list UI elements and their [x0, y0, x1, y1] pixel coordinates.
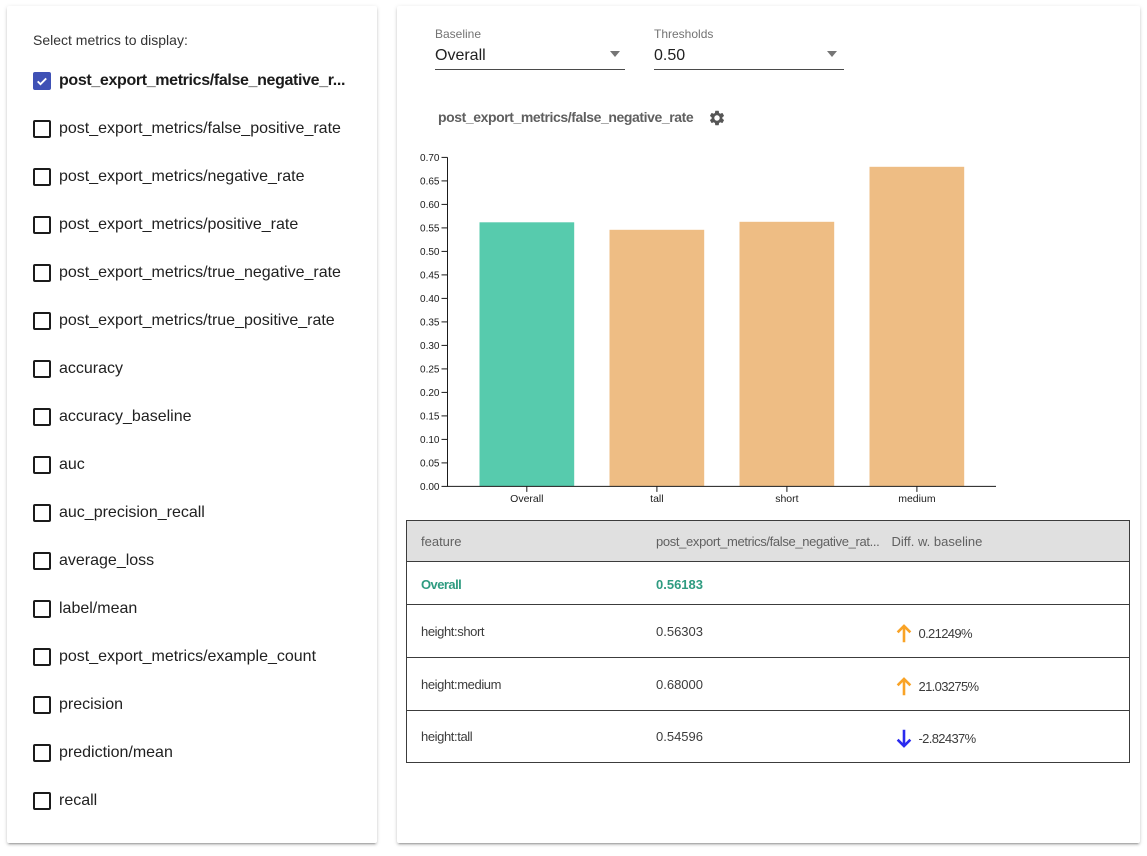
- svg-text:0.20: 0.20: [420, 388, 440, 399]
- svg-text:0.15: 0.15: [420, 411, 440, 422]
- svg-text:0.70: 0.70: [420, 153, 440, 164]
- svg-text:short: short: [775, 493, 798, 505]
- svg-text:Overall: Overall: [510, 493, 543, 505]
- svg-text:0.30: 0.30: [420, 341, 440, 352]
- svg-text:0.50: 0.50: [420, 247, 440, 258]
- svg-text:0.05: 0.05: [420, 458, 440, 469]
- svg-text:0.10: 0.10: [420, 435, 440, 446]
- svg-text:tall: tall: [650, 493, 663, 505]
- svg-text:0.45: 0.45: [420, 270, 440, 281]
- svg-text:0.65: 0.65: [420, 176, 440, 187]
- svg-text:0.60: 0.60: [420, 200, 440, 211]
- svg-text:0.55: 0.55: [420, 223, 440, 234]
- svg-text:0.00: 0.00: [420, 482, 440, 493]
- svg-text:medium: medium: [898, 493, 936, 505]
- svg-text:0.25: 0.25: [420, 364, 440, 375]
- svg-text:0.35: 0.35: [420, 317, 440, 328]
- svg-text:0.40: 0.40: [420, 294, 440, 305]
